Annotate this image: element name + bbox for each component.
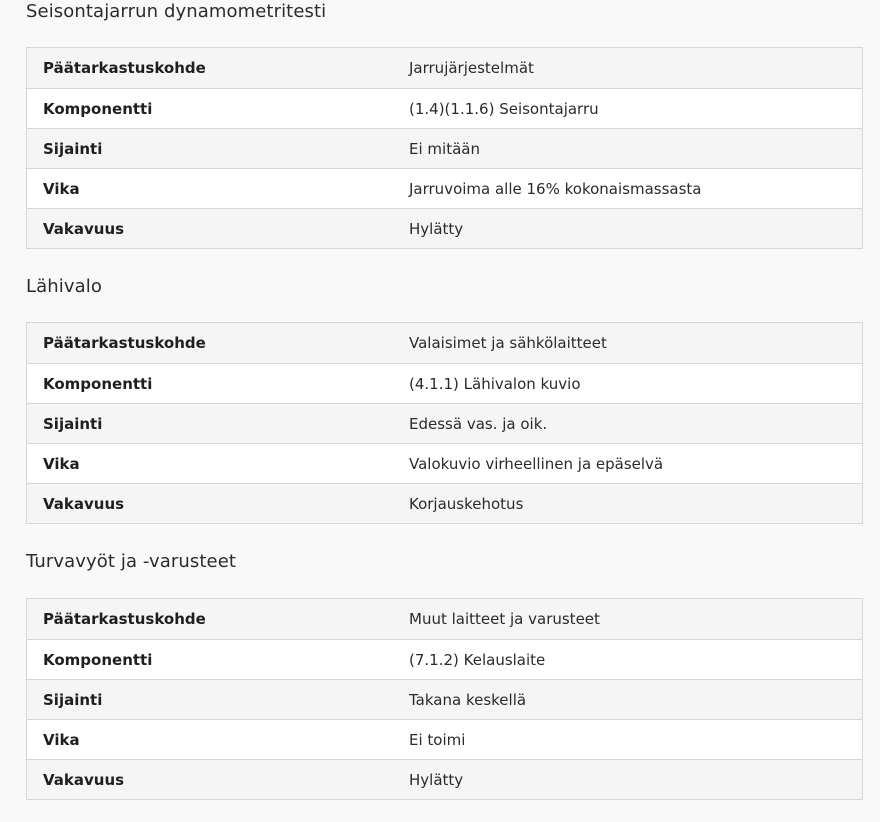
- row-value: Valaisimet ja sähkölaitteet: [409, 334, 607, 352]
- row-label: Sijainti: [43, 415, 103, 433]
- row-label: Sijainti: [43, 140, 103, 158]
- row-label: Vakavuus: [43, 771, 125, 789]
- row-label: Päätarkastuskohde: [43, 334, 206, 352]
- table-row: Sijainti Takana keskellä: [27, 679, 862, 719]
- table-row: Vakavuus Korjauskehotus: [27, 483, 862, 523]
- row-value: Edessä vas. ja oik.: [409, 415, 548, 433]
- table-row: Komponentti (4.1.1) Lähivalon kuvio: [27, 363, 862, 403]
- row-label: Komponentti: [43, 100, 153, 118]
- row-value: Korjauskehotus: [409, 495, 524, 513]
- inspection-defects-page: Seisontajarrun dynamometritesti Päätarka…: [0, 0, 880, 822]
- section-title: Lähivalo: [26, 276, 102, 297]
- table-row: Vika Ei toimi: [27, 719, 862, 759]
- table-row: Sijainti Edessä vas. ja oik.: [27, 403, 862, 443]
- table-row: Päätarkastuskohde Valaisimet ja sähkölai…: [27, 323, 862, 363]
- table-row: Päätarkastuskohde Muut laitteet ja varus…: [27, 599, 862, 639]
- defect-table: Päätarkastuskohde Jarrujärjestelmät Komp…: [26, 47, 863, 249]
- row-value: Jarrujärjestelmät: [409, 59, 534, 77]
- row-value: (4.1.1) Lähivalon kuvio: [409, 375, 581, 393]
- row-label: Vika: [43, 455, 80, 473]
- row-value: Valokuvio virheellinen ja epäselvä: [409, 455, 664, 473]
- row-value: Ei toimi: [409, 731, 466, 749]
- row-label: Vakavuus: [43, 495, 125, 513]
- row-value: Hylätty: [409, 771, 464, 789]
- row-value: (7.1.2) Kelauslaite: [409, 651, 546, 669]
- row-label: Vika: [43, 180, 80, 198]
- row-label: Vika: [43, 731, 80, 749]
- defect-table: Päätarkastuskohde Valaisimet ja sähkölai…: [26, 322, 863, 524]
- table-row: Vakavuus Hylätty: [27, 759, 862, 799]
- row-value: Jarruvoima alle 16% kokonaismassasta: [409, 180, 702, 198]
- row-value: Hylätty: [409, 220, 464, 238]
- row-label: Sijainti: [43, 691, 103, 709]
- row-value: (1.4)(1.1.6) Seisontajarru: [409, 100, 599, 118]
- table-row: Komponentti (7.1.2) Kelauslaite: [27, 639, 862, 679]
- row-label: Komponentti: [43, 651, 153, 669]
- row-value: Takana keskellä: [409, 691, 527, 709]
- section-title: Turvavyöt ja -varusteet: [26, 551, 237, 572]
- defect-table: Päätarkastuskohde Muut laitteet ja varus…: [26, 598, 863, 800]
- row-value: Muut laitteet ja varusteet: [409, 610, 600, 628]
- section-title: Seisontajarrun dynamometritesti: [26, 1, 327, 22]
- row-label: Komponentti: [43, 375, 153, 393]
- row-label: Päätarkastuskohde: [43, 610, 206, 628]
- row-label: Päätarkastuskohde: [43, 59, 206, 77]
- table-row: Vika Valokuvio virheellinen ja epäselvä: [27, 443, 862, 483]
- table-row: Vika Jarruvoima alle 16% kokonaismassast…: [27, 168, 862, 208]
- table-row: Komponentti (1.4)(1.1.6) Seisontajarru: [27, 88, 862, 128]
- table-row: Sijainti Ei mitään: [27, 128, 862, 168]
- row-value: Ei mitään: [409, 140, 480, 158]
- table-row: Vakavuus Hylätty: [27, 208, 862, 248]
- row-label: Vakavuus: [43, 220, 125, 238]
- table-row: Päätarkastuskohde Jarrujärjestelmät: [27, 48, 862, 88]
